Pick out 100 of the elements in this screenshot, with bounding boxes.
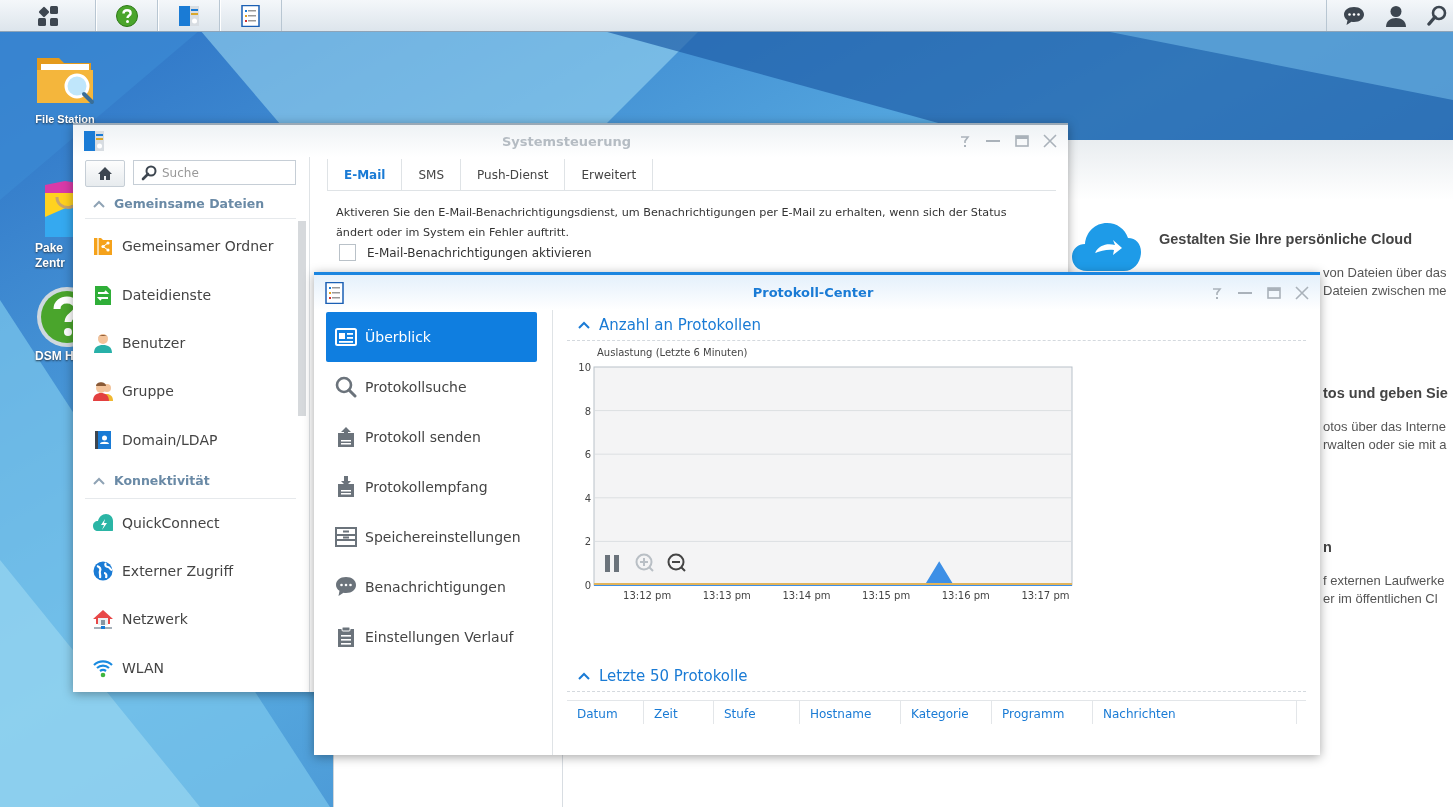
close-icon[interactable]: [1294, 284, 1310, 301]
log-icon[interactable]: [240, 4, 262, 27]
checkbox-label: E-Mail-Benachrichtigungen aktivieren: [367, 245, 592, 260]
section-heading: tos und geben Sie: [1323, 384, 1448, 402]
chart-title: Auslastung (Letzte 6 Minuten): [597, 347, 748, 358]
section-title: Anzahl an Protokollen: [599, 316, 761, 334]
cabinet-icon: [335, 526, 357, 548]
section-heading: n: [1323, 538, 1332, 556]
collapse-icon[interactable]: [578, 321, 590, 329]
body-text: otos über das Interne: [1323, 418, 1446, 436]
group-icon: [93, 381, 113, 402]
collapse-icon[interactable]: [93, 476, 105, 485]
body-text: rwalten oder sie mit a: [1323, 436, 1447, 454]
nav-item[interactable]: Überblick: [326, 312, 537, 362]
axis-label: 13:14 pm: [782, 590, 831, 601]
body-text: f externen Laufwerke: [1323, 572, 1445, 590]
axis-label: 13:13 pm: [702, 590, 751, 601]
nav-item[interactable]: Einstellungen Verlauf: [326, 612, 537, 662]
column-header[interactable]: Nachrichten: [1093, 701, 1297, 724]
globe-icon: [93, 561, 113, 582]
sidebar-item[interactable]: Benutzer: [73, 318, 309, 368]
nav-item[interactable]: Protokoll senden: [326, 412, 537, 462]
body-text: Dateien zwischen me: [1323, 282, 1447, 300]
chat-icon: [335, 576, 357, 598]
clipboard-icon: [335, 626, 357, 648]
icon-label: Zentr: [35, 256, 66, 271]
home-button[interactable]: [85, 160, 125, 187]
column-header[interactable]: Stufe: [714, 701, 800, 724]
section-title: Konnektivität: [114, 473, 210, 489]
sidebar-item[interactable]: Netzwerk: [73, 595, 309, 644]
user-icon[interactable]: [1385, 4, 1407, 27]
help-icon[interactable]: [1210, 285, 1224, 300]
tab[interactable]: E-Mail: [327, 159, 403, 190]
column-header[interactable]: Kategorie: [901, 701, 992, 724]
search-icon: [335, 376, 357, 398]
column-header[interactable]: Programm: [992, 701, 1093, 724]
sidebar-item[interactable]: Externer Zugriff: [73, 546, 309, 596]
contact-book-icon: [93, 429, 113, 450]
axis-label: 13:15 pm: [862, 590, 911, 601]
sidebar-item[interactable]: Gemeinsamer Ordner: [73, 222, 309, 271]
control-panel-icon[interactable]: [178, 4, 200, 27]
icon-label: DSM H: [35, 349, 75, 364]
help-icon[interactable]: [116, 4, 138, 27]
log-icon: [324, 281, 346, 304]
zoom-out-icon[interactable]: [667, 553, 686, 572]
house-icon: [93, 609, 113, 630]
axis-label: 10: [578, 362, 591, 373]
sidebar-item[interactable]: WLAN: [73, 643, 309, 692]
icon-label: File Station: [34, 112, 96, 127]
home-icon: [97, 166, 113, 181]
sidebar-item[interactable]: Gruppe: [73, 367, 309, 416]
description-text: Aktiveren Sie den E-Mail-Benachrichtigungsdienst, um Benachrichtigungen per E-Mail zu erhalten, wenn sich der Status ändert oder im System ein Fehler auftritt.: [336, 205, 1008, 241]
tab[interactable]: Erweitert: [565, 159, 654, 190]
nav-item[interactable]: Protokollempfang: [326, 462, 537, 512]
column-header[interactable]: Hostname: [800, 701, 901, 724]
axis-label: 13:16 pm: [941, 590, 990, 601]
axis-label: 13:17 pm: [1021, 590, 1070, 601]
file-arrows-icon: [93, 284, 113, 305]
section-heading: Gestalten Sie Ihre persönliche Cloud: [1159, 230, 1412, 248]
maximize-icon[interactable]: [1266, 285, 1282, 300]
search-icon[interactable]: [1427, 4, 1447, 27]
chat-icon[interactable]: [1343, 5, 1365, 26]
axis-label: 8: [584, 405, 591, 417]
section-title: Gemeinsame Dateien: [114, 196, 265, 211]
section-title: Letzte 50 Protokolle: [599, 667, 748, 685]
sidebar-item[interactable]: QuickConnect: [73, 498, 309, 547]
help-icon[interactable]: [958, 134, 972, 148]
id-card-icon: [335, 326, 357, 348]
shared-folder-icon: [93, 236, 113, 257]
body-text: von Dateien über das: [1323, 264, 1447, 282]
user-icon: [93, 332, 113, 353]
nav-item[interactable]: Benachrichtigungen: [326, 562, 537, 612]
maximize-icon[interactable]: [1014, 134, 1030, 148]
axis-label: 6: [584, 449, 591, 461]
search-field[interactable]: Suche: [133, 160, 296, 185]
axis-label: 0: [584, 580, 591, 591]
nav-item[interactable]: Protokollsuche: [326, 362, 537, 412]
axis-label: 2: [584, 536, 591, 548]
window-title: Protokoll-Center: [751, 285, 875, 300]
sidebar-item[interactable]: Dateidienste: [73, 270, 309, 319]
column-header[interactable]: Datum: [567, 701, 644, 724]
window-title: Systemsteuerung: [500, 133, 633, 149]
cloud-icon: [93, 512, 113, 533]
tab[interactable]: SMS: [402, 159, 462, 190]
upload-icon: [335, 426, 357, 448]
axis-label: 13:12 pm: [623, 590, 672, 601]
pause-icon[interactable]: [605, 555, 619, 572]
close-icon[interactable]: [1042, 133, 1058, 149]
scrollbar[interactable]: [298, 221, 306, 416]
column-header[interactable]: Zeit: [644, 701, 714, 724]
collapse-icon[interactable]: [93, 199, 105, 208]
download-icon: [335, 476, 357, 498]
collapse-icon[interactable]: [578, 672, 590, 680]
axis-label: 4: [584, 492, 591, 504]
nav-item[interactable]: Speichereinstellungen: [326, 512, 537, 562]
search-icon: [141, 165, 157, 181]
tab[interactable]: Push-Dienst: [461, 159, 566, 190]
sidebar-item[interactable]: Domain/LDAP: [73, 415, 309, 464]
menu-icon[interactable]: [36, 4, 59, 27]
checkbox[interactable]: [339, 244, 356, 261]
